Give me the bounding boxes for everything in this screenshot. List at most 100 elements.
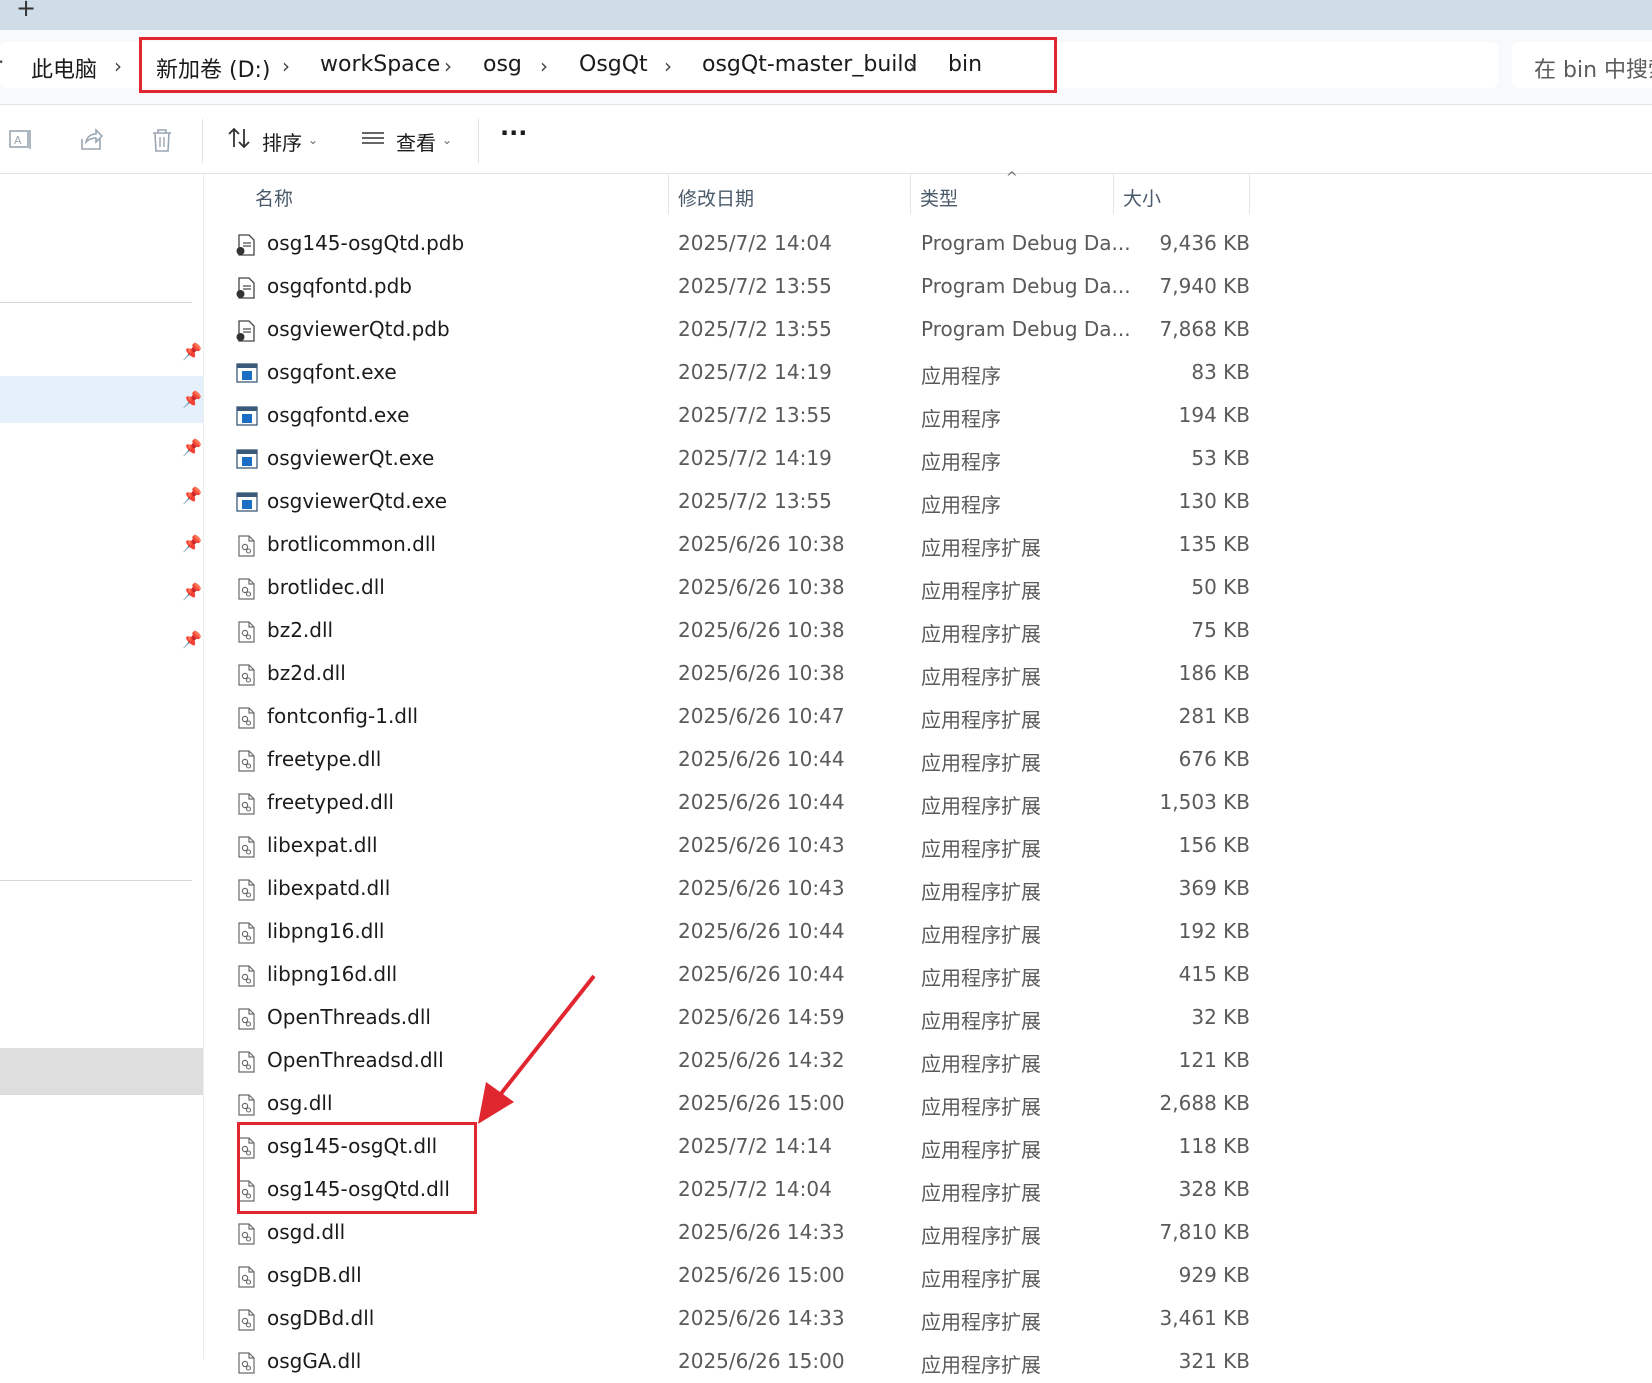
- pin-icon: 📌: [182, 438, 202, 457]
- column-divider[interactable]: [1249, 174, 1250, 214]
- file-name: osg.dll: [267, 1091, 333, 1115]
- share-icon[interactable]: [78, 127, 104, 159]
- dll-file-icon: [236, 836, 256, 858]
- file-type: 应用程序扩展: [921, 880, 1041, 904]
- pdb-file-icon: [236, 320, 256, 342]
- file-row[interactable]: libexpatd.dll 2025/6/26 10:43 应用程序扩展 369 KB: [210, 867, 1250, 910]
- file-name: osgDB.dll: [267, 1263, 362, 1287]
- file-row[interactable]: bz2.dll 2025/6/26 10:38 应用程序扩展 75 KB: [210, 609, 1250, 652]
- file-name: brotlidec.dll: [267, 575, 385, 599]
- file-row[interactable]: freetype.dll 2025/6/26 10:44 应用程序扩展 676 KB: [210, 738, 1250, 781]
- exe-file-icon: [236, 363, 258, 383]
- column-header-name[interactable]: 名称: [255, 184, 293, 211]
- file-row[interactable]: bz2d.dll 2025/6/26 10:38 应用程序扩展 186 KB: [210, 652, 1250, 695]
- navigation-pane: 📌 📌 📌 📌 📌 📌 📌: [0, 174, 204, 1359]
- column-header-type[interactable]: 类型: [920, 184, 958, 211]
- file-row[interactable]: freetyped.dll 2025/6/26 10:44 应用程序扩展 1,503 …: [210, 781, 1250, 824]
- dll-file-icon: [236, 750, 256, 772]
- highlight-box-path: [139, 37, 1057, 93]
- pin-icon: 📌: [182, 630, 202, 649]
- file-row[interactable]: osgDB.dll 2025/6/26 15:00 应用程序扩展 929 KB: [210, 1254, 1250, 1297]
- file-name: OpenThreadsd.dll: [267, 1048, 444, 1072]
- sort-icon[interactable]: [226, 125, 252, 157]
- view-list-icon[interactable]: [360, 125, 386, 157]
- breadcrumb-separator[interactable]: ›: [114, 54, 122, 78]
- file-size: 50 KB: [1191, 575, 1250, 599]
- file-date: 2025/7/2 13:55: [678, 274, 832, 298]
- file-row[interactable]: osgDBd.dll 2025/6/26 14:33 应用程序扩展 3,461 KB: [210, 1297, 1250, 1340]
- nav-divider: [0, 880, 192, 881]
- file-row[interactable]: osgviewerQtd.pdb 2025/7/2 13:55 Program De…: [210, 308, 1250, 351]
- file-size: 3,461 KB: [1159, 1306, 1250, 1330]
- file-type: 应用程序扩展: [921, 794, 1041, 818]
- column-header-date[interactable]: 修改日期: [678, 184, 754, 211]
- search-placeholder: 在 bin 中搜索: [1534, 58, 1652, 83]
- pin-icon: 📌: [182, 582, 202, 601]
- rename-icon[interactable]: A: [8, 127, 34, 159]
- file-name: osgd.dll: [267, 1220, 346, 1244]
- nav-item-selected[interactable]: [0, 376, 203, 423]
- file-row[interactable]: osg145-osgQtd.pdb 2025/7/2 14:04 Program D…: [210, 222, 1250, 265]
- highlight-box-files: [237, 1122, 477, 1214]
- file-date: 2025/7/2 13:55: [678, 403, 832, 427]
- file-row[interactable]: osgGA.dll 2025/6/26 15:00 应用程序扩展 321 KB: [210, 1340, 1250, 1383]
- file-type: 应用程序扩展: [921, 1353, 1041, 1377]
- column-divider[interactable]: [1113, 174, 1114, 214]
- nav-item-hover[interactable]: [0, 1048, 203, 1095]
- dll-file-icon: [236, 1094, 256, 1116]
- file-size: 328 KB: [1178, 1177, 1250, 1201]
- file-row[interactable]: osgd.dll 2025/6/26 14:33 应用程序扩展 7,810 KB: [210, 1211, 1250, 1254]
- file-row[interactable]: libpng16.dll 2025/6/26 10:44 应用程序扩展 192 KB: [210, 910, 1250, 953]
- file-type: 应用程序扩展: [921, 1052, 1041, 1076]
- file-row[interactable]: osg.dll 2025/6/26 15:00 应用程序扩展 2,688 KB: [210, 1082, 1250, 1125]
- file-name: osgqfontd.pdb: [267, 274, 412, 298]
- file-row[interactable]: OpenThreadsd.dll 2025/6/26 14:32 应用程序扩展 121…: [210, 1039, 1250, 1082]
- file-size: 192 KB: [1178, 919, 1250, 943]
- file-date: 2025/6/26 10:44: [678, 790, 845, 814]
- file-row[interactable]: osgviewerQtd.exe 2025/7/2 13:55 应用程序 130 KB: [210, 480, 1250, 523]
- sort-button[interactable]: 排序: [262, 127, 302, 156]
- file-size: 135 KB: [1178, 532, 1250, 556]
- file-size: 369 KB: [1178, 876, 1250, 900]
- file-date: 2025/7/2 14:04: [678, 1177, 832, 1201]
- file-row[interactable]: fontconfig-1.dll 2025/6/26 10:47 应用程序扩展 281…: [210, 695, 1250, 738]
- file-date: 2025/7/2 13:55: [678, 317, 832, 341]
- file-date: 2025/6/26 10:43: [678, 833, 845, 857]
- file-row[interactable]: osgqfontd.pdb 2025/7/2 13:55 Program Debug…: [210, 265, 1250, 308]
- file-row[interactable]: libpng16d.dll 2025/6/26 10:44 应用程序扩展 415 KB: [210, 953, 1250, 996]
- dll-file-icon: [236, 707, 256, 729]
- file-row[interactable]: osgqfontd.exe 2025/7/2 13:55 应用程序 194 KB: [210, 394, 1250, 437]
- toolbar-divider: [478, 119, 479, 163]
- file-type: 应用程序扩展: [921, 923, 1041, 947]
- file-date: 2025/6/26 14:59: [678, 1005, 845, 1029]
- file-date: 2025/6/26 14:33: [678, 1306, 845, 1330]
- file-date: 2025/7/2 14:19: [678, 446, 832, 470]
- file-size: 7,810 KB: [1159, 1220, 1250, 1244]
- column-header-size[interactable]: 大小: [1123, 184, 1161, 211]
- file-type: 应用程序: [921, 407, 1001, 431]
- column-divider[interactable]: [668, 174, 669, 214]
- pin-icon: 📌: [182, 486, 202, 505]
- file-row[interactable]: brotlicommon.dll 2025/6/26 10:38 应用程序扩展 135…: [210, 523, 1250, 566]
- file-name: osgviewerQtd.exe: [267, 489, 448, 513]
- file-row[interactable]: osgviewerQt.exe 2025/7/2 14:19 应用程序 53 KB: [210, 437, 1250, 480]
- file-row[interactable]: brotlidec.dll 2025/6/26 10:38 应用程序扩展 50 KB: [210, 566, 1250, 609]
- file-name: libpng16.dll: [267, 919, 385, 943]
- view-button[interactable]: 查看: [396, 127, 436, 156]
- exe-file-icon: [236, 492, 258, 512]
- delete-icon[interactable]: [150, 127, 174, 159]
- file-date: 2025/7/2 13:55: [678, 489, 832, 513]
- file-type: 应用程序扩展: [921, 837, 1041, 861]
- file-row[interactable]: OpenThreads.dll 2025/6/26 14:59 应用程序扩展 32 K…: [210, 996, 1250, 1039]
- file-date: 2025/6/26 14:32: [678, 1048, 845, 1072]
- new-tab-button[interactable]: +: [16, 0, 36, 22]
- file-row[interactable]: osgqfont.exe 2025/7/2 14:19 应用程序 83 KB: [210, 351, 1250, 394]
- more-icon[interactable]: ···: [500, 119, 527, 147]
- file-date: 2025/6/26 10:38: [678, 661, 845, 685]
- file-date: 2025/6/26 10:44: [678, 962, 845, 986]
- breadcrumb-lead: ·: [0, 50, 4, 74]
- file-type: 应用程序: [921, 364, 1001, 388]
- column-divider[interactable]: [910, 174, 911, 214]
- breadcrumb-item[interactable]: 此电脑: [31, 52, 97, 84]
- file-row[interactable]: libexpat.dll 2025/6/26 10:43 应用程序扩展 156 KB: [210, 824, 1250, 867]
